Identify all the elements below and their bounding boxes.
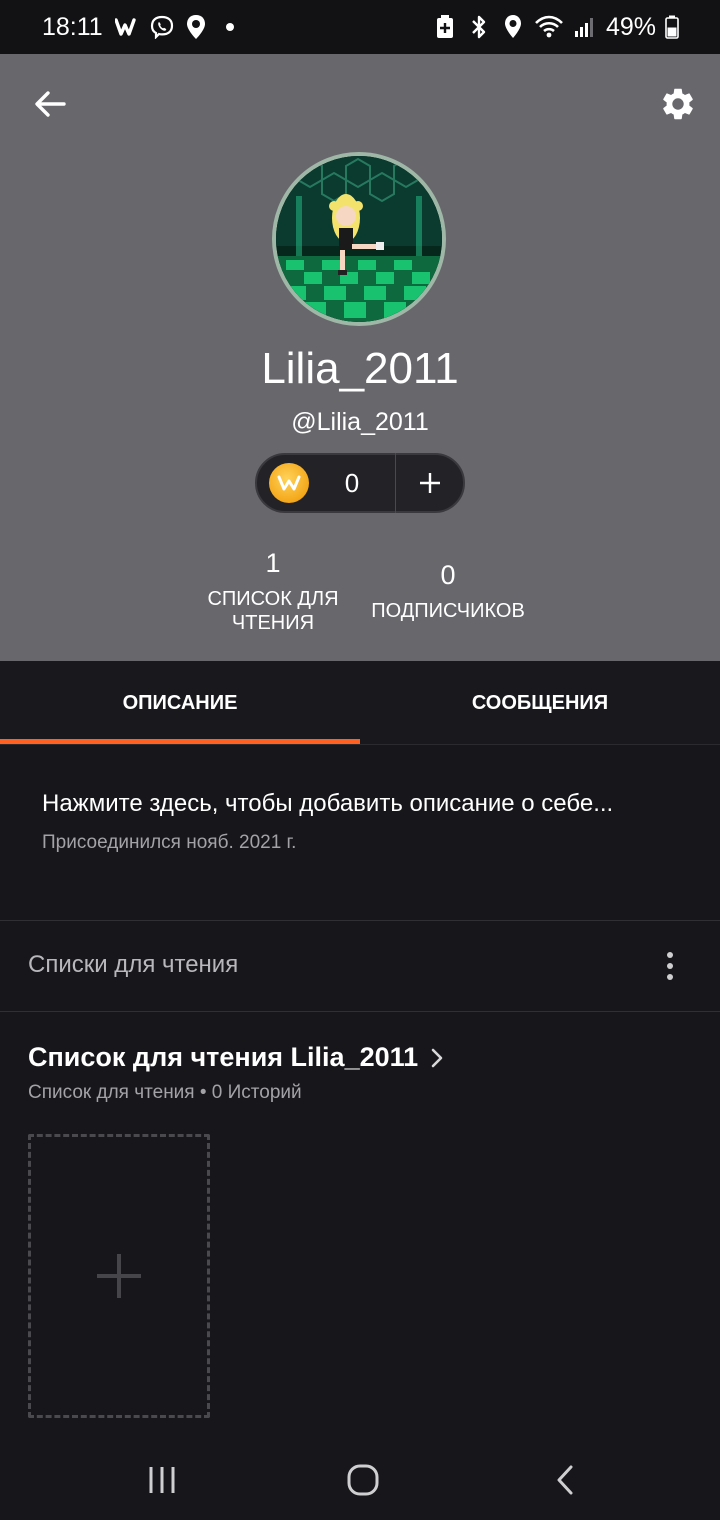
battery-percent: 49% xyxy=(605,12,656,41)
home-icon xyxy=(347,1464,379,1496)
wifi-icon xyxy=(534,13,564,41)
coins-widget: 0 xyxy=(255,453,465,513)
map-pin-notification-icon xyxy=(183,13,209,41)
location-icon xyxy=(500,13,526,41)
joined-date: Присоединился нояб. 2021 г. xyxy=(42,832,297,853)
status-bar: 18:11 49% xyxy=(0,0,720,54)
followers-count: 0 xyxy=(440,560,456,590)
reading-lists-label-line2: ЧТЕНИЯ xyxy=(231,612,315,634)
add-description-prompt[interactable]: Нажмите здесь, чтобы добавить описание о… xyxy=(42,790,613,818)
add-coins-button[interactable] xyxy=(396,455,463,511)
arrow-left-icon xyxy=(35,91,66,117)
battery-icon xyxy=(664,13,680,41)
cellular-signal-icon xyxy=(572,13,598,41)
reading-list-title: Список для чтения Lilia_2011 xyxy=(28,1042,419,1072)
back-button[interactable] xyxy=(30,84,70,124)
system-navigation-bar xyxy=(0,1440,720,1520)
followers-stat[interactable]: 0 ПОДПИСЧИКОВ xyxy=(360,560,536,623)
profile-tabs: ОПИСАНИЕ СООБЩЕНИЯ xyxy=(0,661,720,745)
more-notifications-dot-icon xyxy=(217,13,243,41)
profile-handle: @Lilia_2011 xyxy=(291,408,429,436)
reading-lists-label-line1: СПИСОК ДЛЯ xyxy=(207,588,339,610)
home-button[interactable] xyxy=(333,1458,393,1502)
system-back-button[interactable] xyxy=(535,1458,595,1502)
section-divider xyxy=(0,920,720,921)
profile-display-name: Lilia_2011 xyxy=(261,344,459,393)
section-divider xyxy=(0,1011,720,1012)
add-story-placeholder[interactable] xyxy=(28,1134,210,1418)
recent-apps-button[interactable] xyxy=(132,1458,192,1502)
battery-saver-icon xyxy=(432,13,458,41)
more-options-button[interactable] xyxy=(656,946,684,986)
viber-icon xyxy=(149,13,175,41)
plus-icon xyxy=(419,473,440,493)
gear-icon xyxy=(663,88,693,120)
reading-lists-stat[interactable]: 1 СПИСОК ДЛЯ ЧТЕНИЯ xyxy=(196,548,350,635)
wattpad-notification-icon xyxy=(114,13,141,41)
chevron-right-icon xyxy=(431,1048,443,1067)
avatar[interactable] xyxy=(272,152,446,326)
chevron-left-icon xyxy=(557,1465,573,1495)
avatar-image xyxy=(276,156,442,322)
reading-list-title-link[interactable]: Список для чтения Lilia_2011 xyxy=(28,1042,444,1073)
about-section: Нажмите здесь, чтобы добавить описание о… xyxy=(42,790,613,854)
tabs-divider xyxy=(0,744,720,745)
recent-apps-icon xyxy=(149,1467,175,1493)
bluetooth-icon xyxy=(466,13,492,41)
coin-icon[interactable] xyxy=(269,463,309,503)
plus-icon xyxy=(97,1254,141,1298)
status-time: 18:11 xyxy=(42,12,103,41)
tab-about[interactable]: ОПИСАНИЕ xyxy=(0,661,360,745)
settings-button[interactable] xyxy=(656,82,700,126)
reading-lists-count: 1 xyxy=(265,548,281,578)
coin-count: 0 xyxy=(344,467,360,498)
reading-list-subtitle: Список для чтения • 0 Историй xyxy=(28,1082,302,1103)
profile-header: Lilia_2011 @Lilia_2011 0 1 СПИСОК ДЛЯ ЧТ… xyxy=(0,54,720,661)
followers-label: ПОДПИСЧИКОВ xyxy=(371,600,525,622)
reading-lists-section-title: Списки для чтения xyxy=(28,951,239,978)
tab-messages[interactable]: СООБЩЕНИЯ xyxy=(360,661,720,745)
more-vertical-icon xyxy=(667,952,673,958)
